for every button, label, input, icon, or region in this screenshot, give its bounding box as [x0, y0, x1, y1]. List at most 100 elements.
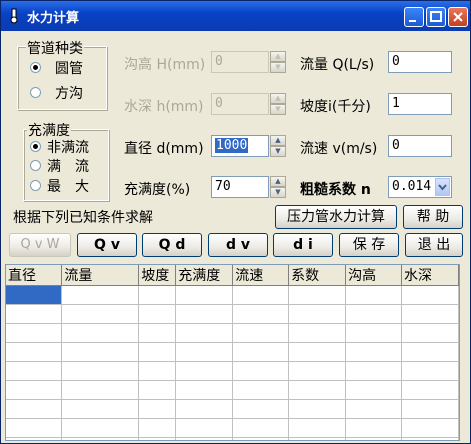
column-header[interactable]: 流量	[61, 265, 140, 286]
table-cell[interactable]	[61, 399, 140, 419]
column-header[interactable]: 流速	[232, 265, 290, 286]
results-grid[interactable]: 直径 流量 坡度 充满度 流速 系数 沟高 水深	[5, 264, 460, 441]
table-row[interactable]	[6, 437, 459, 440]
help-button[interactable]: 帮 助	[403, 205, 463, 229]
table-cell[interactable]	[138, 418, 177, 438]
radio-non-full[interactable]	[30, 141, 41, 152]
table-cell[interactable]	[288, 285, 347, 305]
close-button[interactable]	[448, 7, 468, 27]
table-cell[interactable]	[345, 361, 402, 381]
slope-input[interactable]: 1	[388, 93, 452, 115]
table-cell[interactable]	[232, 380, 290, 400]
spin-down-icon[interactable]: ▼	[270, 146, 286, 157]
table-cell[interactable]	[138, 323, 177, 343]
table-cell[interactable]	[288, 361, 347, 381]
ditch-height-input[interactable]: 0	[211, 51, 269, 73]
spin-up-icon[interactable]: ▲	[270, 93, 286, 104]
table-cell[interactable]	[175, 342, 234, 362]
radio-full-label[interactable]: 满 流	[47, 156, 89, 176]
radio-box-culvert-label[interactable]: 方沟	[55, 83, 83, 103]
table-cell[interactable]	[138, 380, 177, 400]
spin-up-icon[interactable]: ▲	[270, 176, 286, 187]
table-cell[interactable]	[288, 418, 347, 438]
table-cell[interactable]	[232, 285, 290, 305]
column-header[interactable]: 系数	[288, 265, 347, 286]
table-cell[interactable]	[288, 399, 347, 419]
table-cell[interactable]	[401, 304, 459, 324]
radio-non-full-label[interactable]: 非满流	[47, 137, 89, 157]
table-cell[interactable]	[288, 380, 347, 400]
table-cell[interactable]	[232, 304, 290, 324]
save-button[interactable]: 保 存	[339, 233, 399, 257]
table-cell[interactable]	[6, 342, 63, 362]
dv-button[interactable]: d v	[208, 233, 268, 257]
table-cell[interactable]	[232, 418, 290, 438]
pressure-pipe-button[interactable]: 压力管水力计算	[275, 205, 397, 229]
table-cell[interactable]	[401, 418, 459, 438]
radio-box-culvert[interactable]	[30, 87, 41, 98]
table-cell[interactable]	[175, 418, 234, 438]
column-header[interactable]: 直径	[6, 265, 63, 286]
table-cell[interactable]	[6, 399, 63, 419]
column-header[interactable]: 充满度	[175, 265, 234, 286]
table-cell[interactable]	[138, 342, 177, 362]
table-cell[interactable]	[175, 323, 234, 343]
table-cell[interactable]	[61, 285, 140, 305]
table-cell[interactable]	[175, 437, 234, 440]
table-row[interactable]	[6, 304, 459, 324]
table-cell[interactable]	[345, 304, 402, 324]
radio-full[interactable]	[30, 160, 41, 171]
table-cell[interactable]	[401, 285, 459, 305]
ditch-height-spinner[interactable]: ▲ ▼	[270, 51, 286, 73]
table-cell[interactable]	[6, 285, 63, 305]
diameter-spinner[interactable]: ▲ ▼	[270, 135, 286, 157]
water-depth-spinner[interactable]: ▲ ▼	[270, 93, 286, 115]
table-cell[interactable]	[138, 304, 177, 324]
spin-down-icon[interactable]: ▼	[270, 62, 286, 73]
table-cell[interactable]	[138, 437, 177, 440]
table-cell[interactable]	[138, 285, 177, 305]
spin-down-icon[interactable]: ▼	[270, 187, 286, 198]
table-cell[interactable]	[401, 399, 459, 419]
table-cell[interactable]	[61, 342, 140, 362]
column-header[interactable]: 水深	[401, 265, 459, 286]
table-cell[interactable]	[232, 437, 290, 440]
table-cell[interactable]	[6, 304, 63, 324]
table-cell[interactable]	[175, 285, 234, 305]
maximize-button[interactable]	[426, 7, 446, 27]
table-cell[interactable]	[61, 437, 140, 440]
diameter-input[interactable]: 1000	[211, 135, 269, 157]
table-cell[interactable]	[232, 361, 290, 381]
table-cell[interactable]	[345, 418, 402, 438]
table-row[interactable]	[6, 285, 459, 305]
table-row[interactable]	[6, 399, 459, 419]
radio-round-pipe-label[interactable]: 圆管	[55, 58, 83, 78]
table-cell[interactable]	[6, 418, 63, 438]
velocity-input[interactable]: 0	[388, 135, 452, 157]
title-bar[interactable]: 水力计算	[1, 1, 470, 31]
table-cell[interactable]	[61, 380, 140, 400]
table-cell[interactable]	[401, 342, 459, 362]
radio-round-pipe[interactable]	[30, 62, 41, 73]
roughness-select[interactable]: 0.014	[388, 176, 452, 198]
table-cell[interactable]	[345, 342, 402, 362]
table-cell[interactable]	[6, 380, 63, 400]
table-cell[interactable]	[288, 342, 347, 362]
table-cell[interactable]	[61, 323, 140, 343]
table-cell[interactable]	[345, 285, 402, 305]
table-cell[interactable]	[175, 399, 234, 419]
column-header[interactable]: 坡度	[138, 265, 177, 286]
table-cell[interactable]	[175, 380, 234, 400]
table-row[interactable]	[6, 418, 459, 438]
table-cell[interactable]	[345, 323, 402, 343]
table-cell[interactable]	[401, 437, 459, 440]
table-cell[interactable]	[232, 399, 290, 419]
minimize-button[interactable]	[404, 7, 424, 27]
fullness-spinner[interactable]: ▲ ▼	[270, 176, 286, 198]
table-row[interactable]	[6, 361, 459, 381]
table-cell[interactable]	[345, 399, 402, 419]
flow-input[interactable]: 0	[388, 51, 452, 73]
table-cell[interactable]	[401, 361, 459, 381]
fullness-input[interactable]: 70	[211, 176, 269, 198]
dropdown-arrow-icon[interactable]	[435, 178, 450, 196]
